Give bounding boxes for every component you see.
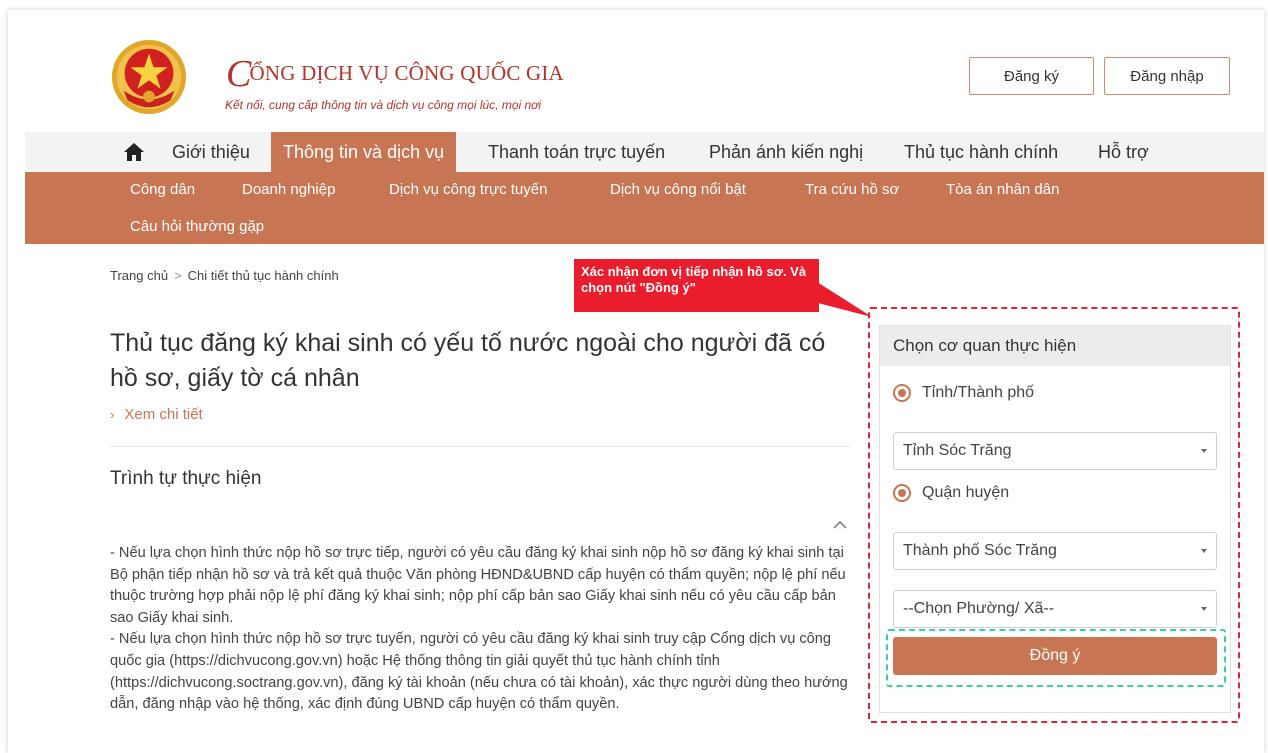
radio-province[interactable]: Tỉnh/Thành phố: [893, 384, 1034, 402]
section-title: Trình tự thực hiện: [110, 468, 262, 489]
register-button[interactable]: Đăng ký: [969, 57, 1094, 95]
site-header: CỔNG DỊCH VỤ CÔNG QUỐC GIA Kết nối, cung…: [8, 10, 1264, 132]
agency-selection-panel: Chọn cơ quan thực hiện Tỉnh/Thành phố Tỉ…: [879, 325, 1231, 713]
sub-nav-tra-cuu[interactable]: Tra cứu hồ sơ: [805, 181, 899, 198]
chevron-up-icon[interactable]: [832, 518, 848, 530]
breadcrumb-current: Chi tiết thủ tục hành chính: [187, 268, 339, 283]
nav-item-gioi-thieu[interactable]: Giới thiệu: [160, 132, 262, 172]
agree-button[interactable]: Đồng ý: [893, 637, 1217, 675]
nav-item-thong-tin-dich-vu[interactable]: Thông tin và dịch vụ: [271, 132, 457, 172]
sub-nav-cong-dan[interactable]: Công dân: [130, 181, 195, 198]
sub-nav-cau-hoi[interactable]: Câu hỏi thường gặp: [130, 218, 264, 235]
province-select-value: Tỉnh Sóc Trăng: [903, 442, 1012, 459]
breadcrumb-separator: >: [174, 268, 182, 283]
login-button[interactable]: Đăng nhập: [1104, 57, 1230, 95]
divider: [110, 446, 850, 447]
district-select[interactable]: Thành phố Sóc Trăng: [893, 532, 1217, 570]
radio-district[interactable]: Quận huyện: [893, 484, 1009, 502]
breadcrumb-home[interactable]: Trang chủ: [110, 268, 168, 283]
brand-title-initial: C: [226, 53, 252, 95]
sub-nav-toa-an[interactable]: Tòa án nhân dân: [946, 181, 1059, 198]
instruction-callout: Xác nhận đơn vị tiếp nhận hồ sơ. Và chọn…: [574, 259, 819, 312]
procedure-paragraph: - Nếu lựa chọn hình thức nộp hồ sơ trực …: [110, 545, 846, 626]
sub-nav-doanh-nghiep[interactable]: Doanh nghiệp: [242, 181, 335, 198]
breadcrumb: Trang chủ > Chi tiết thủ tục hành chính: [110, 268, 339, 283]
procedure-paragraph: - Nếu lựa chọn hình thức nộp hồ sơ trực …: [110, 631, 848, 713]
view-details-link[interactable]: › Xem chi tiết: [110, 406, 203, 423]
home-icon[interactable]: [123, 142, 145, 162]
page: CỔNG DỊCH VỤ CÔNG QUỐC GIA Kết nối, cung…: [8, 10, 1264, 753]
ward-select[interactable]: --Chọn Phường/ Xã--: [893, 590, 1217, 628]
brand-subtitle: Kết nối, cung cấp thông tin và dịch vụ c…: [225, 98, 542, 112]
view-details-label: Xem chi tiết: [124, 406, 203, 423]
chevron-right-icon: ›: [110, 407, 115, 422]
province-select[interactable]: Tỉnh Sóc Trăng: [893, 432, 1217, 470]
radio-selected-icon[interactable]: [893, 484, 911, 502]
main-nav: Giới thiệu Thông tin và dịch vụ Thanh to…: [25, 132, 1264, 172]
district-select-value: Thành phố Sóc Trăng: [903, 542, 1057, 559]
sub-nav: Công dân Doanh nghiệp Dịch vụ công trực …: [25, 172, 1264, 244]
nav-item-thu-tuc[interactable]: Thủ tục hành chính: [892, 132, 1070, 172]
sub-nav-dvc-noi-bat[interactable]: Dịch vụ công nổi bật: [610, 181, 746, 198]
radio-province-label: Tỉnh/Thành phố: [922, 384, 1035, 401]
nav-item-phan-anh[interactable]: Phản ánh kiến nghị: [697, 132, 875, 172]
caret-down-icon: [1201, 549, 1207, 553]
caret-down-icon: [1201, 607, 1207, 611]
brand-title[interactable]: CỔNG DỊCH VỤ CÔNG QUỐC GIA: [226, 52, 564, 96]
radio-selected-icon[interactable]: [893, 384, 911, 402]
caret-down-icon: [1201, 449, 1207, 453]
procedure-text: - Nếu lựa chọn hình thức nộp hồ sơ trực …: [110, 543, 850, 716]
brand-title-text: ỔNG DỊCH VỤ CÔNG QUỐC GIA: [249, 61, 564, 85]
sub-nav-dvc-truc-tuyen[interactable]: Dịch vụ công trực tuyến: [389, 181, 547, 198]
panel-heading: Chọn cơ quan thực hiện: [880, 326, 1230, 366]
nav-item-thanh-toan[interactable]: Thanh toán trực tuyến: [476, 132, 677, 172]
nav-item-ho-tro[interactable]: Hỗ trợ: [1086, 132, 1161, 172]
radio-district-label: Quận huyện: [922, 484, 1010, 501]
ward-select-value: --Chọn Phường/ Xã--: [903, 600, 1055, 617]
page-title: Thủ tục đăng ký khai sinh có yếu tố nước…: [110, 329, 826, 392]
national-emblem-icon[interactable]: [110, 38, 188, 116]
